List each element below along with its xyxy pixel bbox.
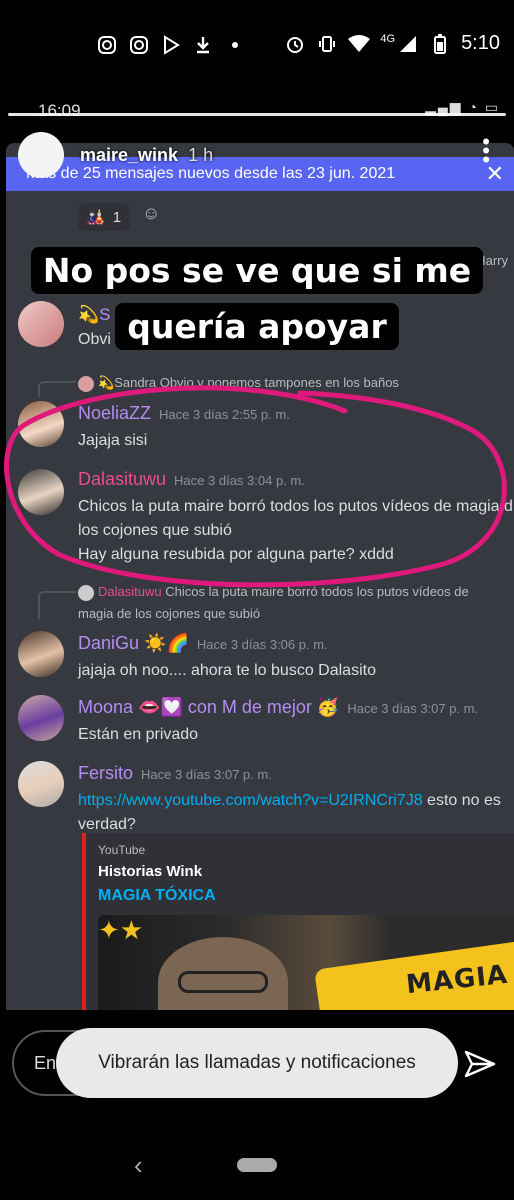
vibrate-icon <box>316 33 338 55</box>
play-store-icon <box>160 34 182 56</box>
download-icon <box>192 34 214 56</box>
network-label: 4G <box>380 32 396 45</box>
back-icon[interactable]: ‹ <box>134 1150 143 1181</box>
caption-line-2: quería apoyar <box>0 303 514 350</box>
dot-icon <box>224 34 246 56</box>
home-pill[interactable] <box>237 1158 277 1172</box>
wifi-icon <box>348 33 371 55</box>
more-options-icon[interactable]: • • • <box>482 131 490 171</box>
signal-icon <box>397 33 419 55</box>
instagram-icon <box>128 34 150 56</box>
caption-line-1: No pos se ve que si me <box>0 247 514 294</box>
story-avatar[interactable] <box>18 132 64 178</box>
alarm-icon <box>284 33 306 55</box>
send-icon[interactable] <box>462 1046 498 1082</box>
story-viewer[interactable]: 16:09 ▂▄▆ ◔ ▭ Más de 25 mensajes nuevos … <box>0 95 514 1010</box>
instagram-icon <box>96 34 118 56</box>
story-username[interactable]: maire_wink 1 h <box>80 145 213 166</box>
system-icons: 4G 5:10 <box>284 32 500 55</box>
story-header[interactable]: maire_wink 1 h <box>18 132 213 178</box>
highlight-circle <box>4 385 507 588</box>
status-bar: 4G 5:10 <box>0 0 514 90</box>
toast-notification: Vibrarán las llamadas y notificaciones <box>56 1028 458 1098</box>
story-age: 1 h <box>188 144 214 165</box>
notification-icons <box>96 34 246 56</box>
clock: 5:10 <box>461 32 500 54</box>
battery-icon <box>429 33 451 55</box>
